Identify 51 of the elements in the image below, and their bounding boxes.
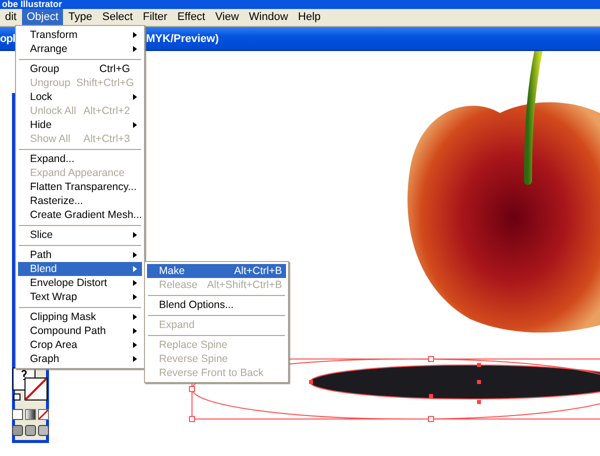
screen-mode-icon[interactable] — [38, 425, 49, 436]
menu-item[interactable]: Group Ctrl+G — [18, 62, 142, 76]
submenu-arrow-icon — [133, 266, 137, 272]
menu-bar-item[interactable]: Help — [293, 9, 326, 26]
submenu-arrow-icon — [133, 122, 137, 128]
menu-item[interactable]: Envelope Distort — [18, 276, 142, 290]
menu-item[interactable]: Blend Options... — [147, 298, 286, 312]
submenu-arrow-icon — [133, 342, 137, 348]
menu-bar-item[interactable]: dit — [0, 9, 22, 26]
menu-bar-item[interactable]: Object — [22, 9, 64, 26]
menu-item[interactable]: Text Wrap — [18, 290, 142, 304]
gradient-icon[interactable] — [25, 409, 36, 420]
submenu-arrow-icon — [133, 280, 137, 286]
menu-bar-item[interactable]: View — [210, 9, 244, 26]
menu-item[interactable]: Compound Path — [18, 324, 142, 338]
submenu-arrow-icon — [133, 328, 137, 334]
menu-item[interactable]: Rasterize... — [18, 194, 142, 208]
document-title: MYK/Preview) — [146, 32, 219, 44]
screen-mode-icon[interactable] — [12, 425, 23, 436]
submenu-arrow-icon — [133, 314, 137, 320]
submenu-arrow-icon — [133, 356, 137, 362]
window-title: obe Illustrator — [1, 0, 62, 9]
submenu-arrow-icon — [133, 46, 137, 52]
menu-bar-item[interactable]: Select — [97, 9, 138, 26]
screen-mode-icon[interactable] — [25, 425, 36, 436]
menu-item[interactable]: Flatten Transparency... — [18, 180, 142, 194]
menu-bar-item[interactable]: Effect — [172, 9, 210, 26]
menu-item[interactable]: Lock — [18, 90, 142, 104]
document-title: opl — [0, 32, 15, 44]
menu-item[interactable]: Make Alt+Ctrl+B — [147, 264, 286, 278]
menu-item[interactable]: Arrange — [18, 42, 142, 56]
menu-item[interactable]: Graph — [18, 352, 142, 366]
color-icon[interactable] — [12, 409, 23, 420]
menu-item[interactable]: Crop Area — [18, 338, 142, 352]
menu-item[interactable]: Path — [18, 248, 142, 262]
menu-bar-item[interactable]: Filter — [138, 9, 172, 26]
submenu-arrow-icon — [133, 94, 137, 100]
submenu-arrow-icon — [133, 32, 137, 38]
submenu-arrow-icon — [133, 252, 137, 258]
none-icon[interactable] — [38, 409, 49, 420]
menu-bar-item[interactable]: Window — [244, 9, 294, 26]
menu-item[interactable]: Expand... — [18, 152, 142, 166]
menu-item[interactable]: Slice — [18, 228, 142, 242]
menu-bar-item[interactable]: Type — [63, 9, 98, 26]
menu-item[interactable]: Blend — [18, 262, 142, 276]
submenu-arrow-icon — [133, 232, 137, 238]
submenu-arrow-icon — [133, 294, 137, 300]
menu-item[interactable]: Transform — [18, 28, 142, 42]
menu-item[interactable]: Create Gradient Mesh... — [18, 208, 142, 222]
menu-item[interactable]: Clipping Mask — [18, 310, 142, 324]
menu-item[interactable]: Hide — [18, 118, 142, 132]
